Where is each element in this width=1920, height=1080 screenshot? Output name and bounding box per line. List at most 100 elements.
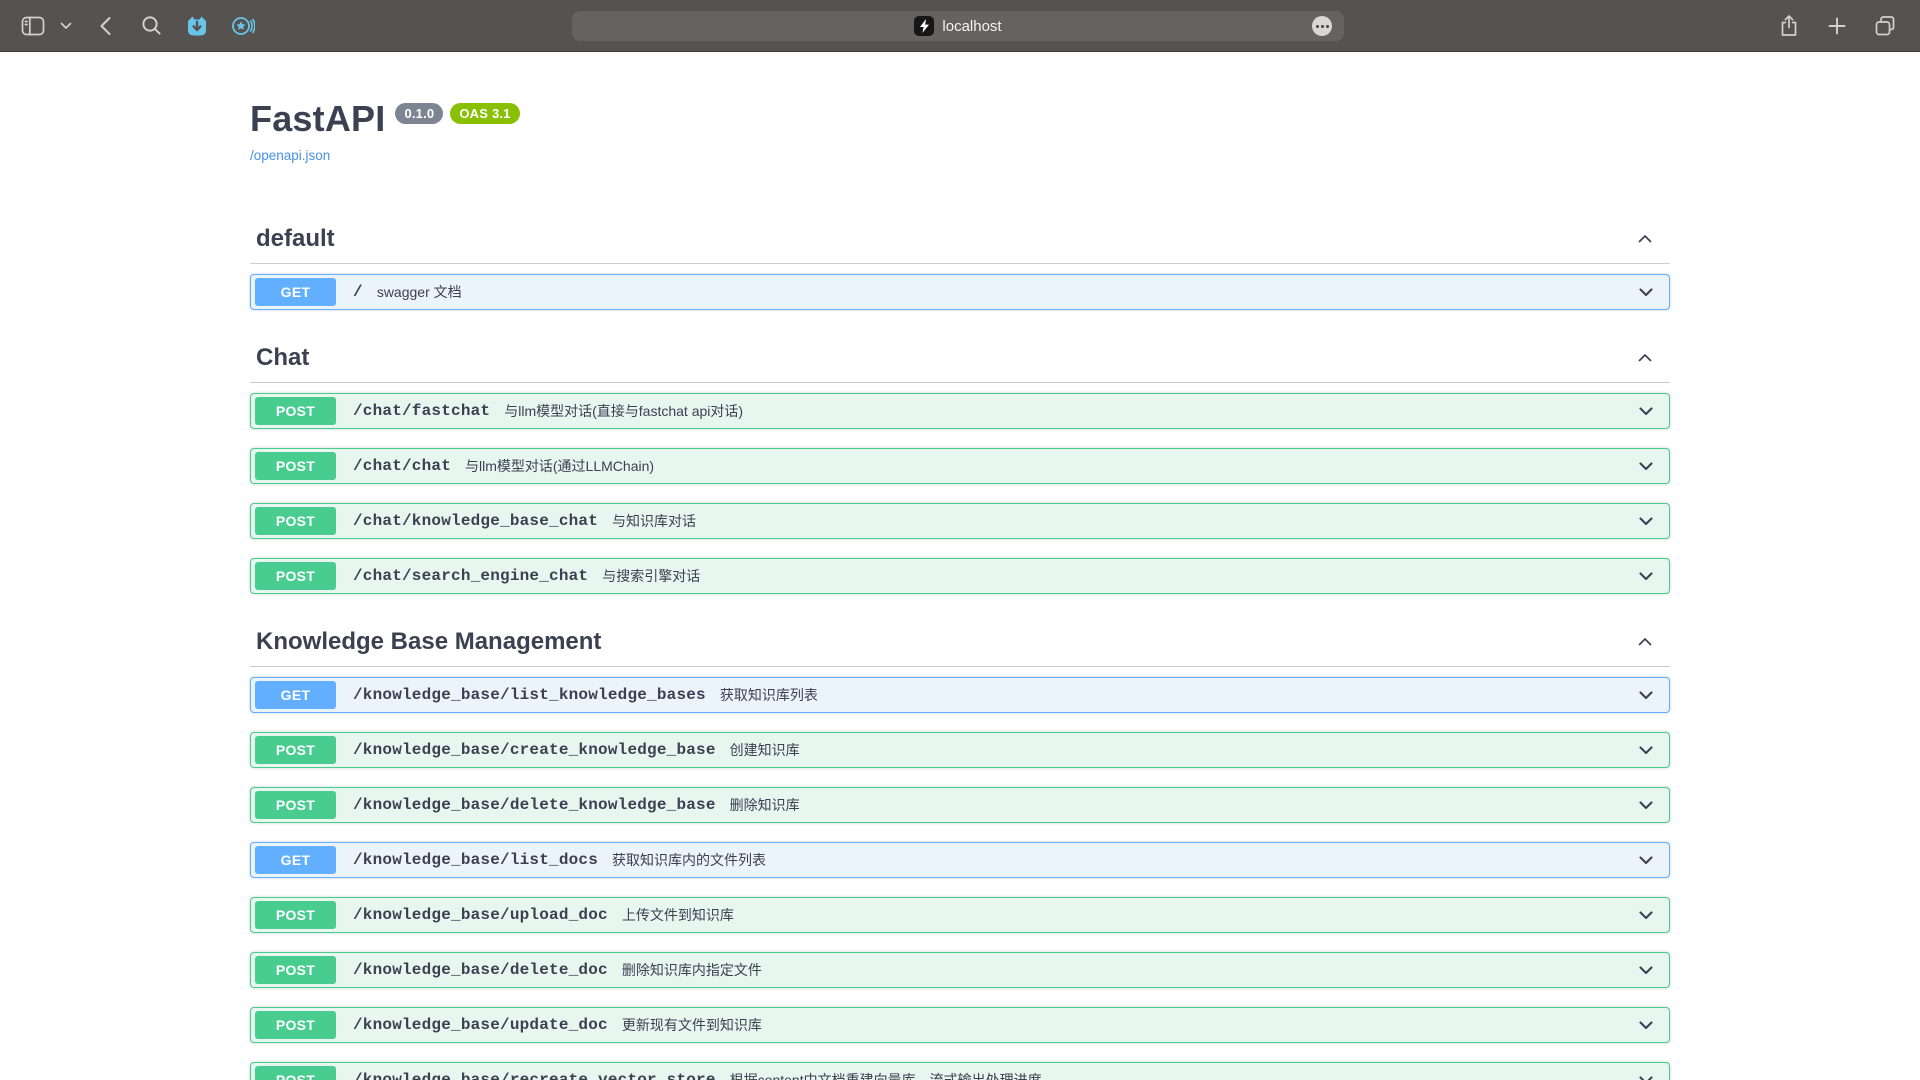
chevron-down-icon[interactable]	[1635, 510, 1657, 532]
endpoint-path: /knowledge_base/upload_doc	[353, 906, 608, 924]
browser-toolbar: localhost	[0, 0, 1920, 52]
endpoint-description: 删除知识库	[730, 795, 800, 815]
page-menu-ellipsis-icon[interactable]	[1312, 16, 1332, 36]
endpoint-row[interactable]: GET /knowledge_base/list_docs 获取知识库内的文件列…	[250, 842, 1670, 878]
endpoint-row[interactable]: POST /knowledge_base/delete_knowledge_ba…	[250, 787, 1670, 823]
method-badge: POST	[255, 562, 336, 590]
oas-badge: OAS 3.1	[450, 103, 519, 124]
method-badge: POST	[255, 397, 336, 425]
api-section: Chat POST /chat/fastchat 与llm模型对话(直接与fas…	[250, 336, 1670, 594]
method-badge: POST	[255, 1066, 336, 1080]
openapi-spec-link[interactable]: /openapi.json	[250, 148, 330, 163]
endpoint-row[interactable]: POST /knowledge_base/delete_doc 删除知识库内指定…	[250, 952, 1670, 988]
api-section: Knowledge Base Management GET /knowledge…	[250, 620, 1670, 1080]
chevron-down-icon[interactable]	[1635, 849, 1657, 871]
endpoint-row[interactable]: POST /chat/fastchat 与llm模型对话(直接与fastchat…	[250, 393, 1670, 429]
sidebar-toggle-icon[interactable]	[16, 9, 50, 43]
endpoint-description: 与llm模型对话(通过LLMChain)	[465, 456, 654, 476]
endpoint-description: 获取知识库列表	[720, 685, 818, 705]
chevron-up-icon[interactable]	[1634, 228, 1656, 250]
chevron-down-icon[interactable]	[1635, 1014, 1657, 1036]
method-badge: POST	[255, 1011, 336, 1039]
endpoint-description: 与llm模型对话(直接与fastchat api对话)	[504, 401, 743, 421]
section-title: Knowledge Base Management	[256, 628, 601, 655]
section-header[interactable]: Chat	[250, 336, 1670, 383]
endpoint-row[interactable]: POST /chat/search_engine_chat 与搜索引擎对话	[250, 558, 1670, 594]
endpoint-path: /knowledge_base/list_knowledge_bases	[353, 686, 706, 704]
chevron-down-icon[interactable]	[1635, 904, 1657, 926]
section-rows: GET /knowledge_base/list_knowledge_bases…	[250, 677, 1670, 1080]
chevron-down-icon[interactable]	[1635, 739, 1657, 761]
endpoint-description: 创建知识库	[730, 740, 800, 760]
method-badge: GET	[255, 681, 336, 709]
toolbar-right-group	[1758, 9, 1920, 43]
version-badge: 0.1.0	[395, 103, 443, 124]
endpoint-row[interactable]: POST /chat/knowledge_base_chat 与知识库对话	[250, 503, 1670, 539]
api-info: FastAPI 0.1.0 OAS 3.1 /openapi.json	[250, 98, 1670, 165]
chevron-up-icon[interactable]	[1634, 347, 1656, 369]
endpoint-row[interactable]: GET /knowledge_base/list_knowledge_bases…	[250, 677, 1670, 713]
endpoint-description: 与搜索引擎对话	[602, 566, 700, 586]
endpoint-path: /knowledge_base/delete_knowledge_base	[353, 796, 716, 814]
endpoint-row[interactable]: POST /knowledge_base/update_doc 更新现有文件到知…	[250, 1007, 1670, 1043]
section-title: Chat	[256, 344, 309, 371]
chevron-down-icon[interactable]	[56, 9, 76, 43]
tab-overview-icon[interactable]	[1868, 9, 1902, 43]
chevron-down-icon[interactable]	[1635, 794, 1657, 816]
endpoint-path: /	[353, 283, 363, 301]
new-tab-icon[interactable]	[1820, 9, 1854, 43]
endpoint-description: 更新现有文件到知识库	[622, 1015, 762, 1035]
endpoint-description: 删除知识库内指定文件	[622, 960, 762, 980]
endpoint-path: /knowledge_base/recreate_vector_store	[353, 1071, 716, 1080]
swagger-page: FastAPI 0.1.0 OAS 3.1 /openapi.json defaul…	[250, 52, 1670, 1080]
toolbar-left-group	[0, 9, 260, 43]
endpoint-path: /knowledge_base/list_docs	[353, 851, 598, 869]
chevron-down-icon[interactable]	[1635, 400, 1657, 422]
chevron-up-icon[interactable]	[1634, 631, 1656, 653]
endpoint-path: /chat/fastchat	[353, 402, 490, 420]
method-badge: POST	[255, 736, 336, 764]
method-badge: POST	[255, 507, 336, 535]
method-badge: POST	[255, 791, 336, 819]
page-title: FastAPI 0.1.0 OAS 3.1	[250, 98, 1670, 140]
method-badge: POST	[255, 901, 336, 929]
address-bar[interactable]: localhost	[572, 11, 1344, 41]
section-header[interactable]: default	[250, 217, 1670, 264]
share-icon[interactable]	[1772, 9, 1806, 43]
method-badge: GET	[255, 846, 336, 874]
endpoint-path: /knowledge_base/create_knowledge_base	[353, 741, 716, 759]
extension-bookmark-icon[interactable]	[180, 9, 214, 43]
endpoint-row[interactable]: POST /knowledge_base/upload_doc 上传文件到知识库	[250, 897, 1670, 933]
chevron-down-icon[interactable]	[1635, 565, 1657, 587]
site-favicon-lightning-icon	[914, 16, 934, 36]
section-title: default	[256, 225, 335, 252]
endpoint-description: swagger 文档	[377, 282, 462, 302]
endpoint-description: 与知识库对话	[612, 511, 696, 531]
endpoint-path: /chat/chat	[353, 457, 451, 475]
endpoint-path: /knowledge_base/update_doc	[353, 1016, 608, 1034]
api-section: default GET / swagger 文档	[250, 217, 1670, 310]
extension-live-icon[interactable]	[226, 9, 260, 43]
search-icon[interactable]	[134, 9, 168, 43]
chevron-down-icon[interactable]	[1635, 1069, 1657, 1080]
section-header[interactable]: Knowledge Base Management	[250, 620, 1670, 667]
chevron-down-icon[interactable]	[1635, 684, 1657, 706]
sections: default GET / swagger 文档 Chat	[250, 217, 1670, 1080]
endpoint-path: /knowledge_base/delete_doc	[353, 961, 608, 979]
section-rows: POST /chat/fastchat 与llm模型对话(直接与fastchat…	[250, 393, 1670, 594]
endpoint-row[interactable]: POST /knowledge_base/recreate_vector_sto…	[250, 1062, 1670, 1080]
api-title-text: FastAPI	[250, 98, 385, 139]
endpoint-path: /chat/knowledge_base_chat	[353, 512, 598, 530]
endpoint-path: /chat/search_engine_chat	[353, 567, 588, 585]
endpoint-description: 根据content中文档重建向量库，流式输出处理进度。	[730, 1070, 1056, 1080]
endpoint-row[interactable]: POST /chat/chat 与llm模型对话(通过LLMChain)	[250, 448, 1670, 484]
method-badge: POST	[255, 452, 336, 480]
chevron-down-icon[interactable]	[1635, 281, 1657, 303]
chevron-down-icon[interactable]	[1635, 959, 1657, 981]
url-text: localhost	[942, 18, 1001, 35]
chevron-down-icon[interactable]	[1635, 455, 1657, 477]
back-icon[interactable]	[88, 9, 122, 43]
endpoint-row[interactable]: POST /knowledge_base/create_knowledge_ba…	[250, 732, 1670, 768]
endpoint-row[interactable]: GET / swagger 文档	[250, 274, 1670, 310]
endpoint-description: 上传文件到知识库	[622, 905, 734, 925]
